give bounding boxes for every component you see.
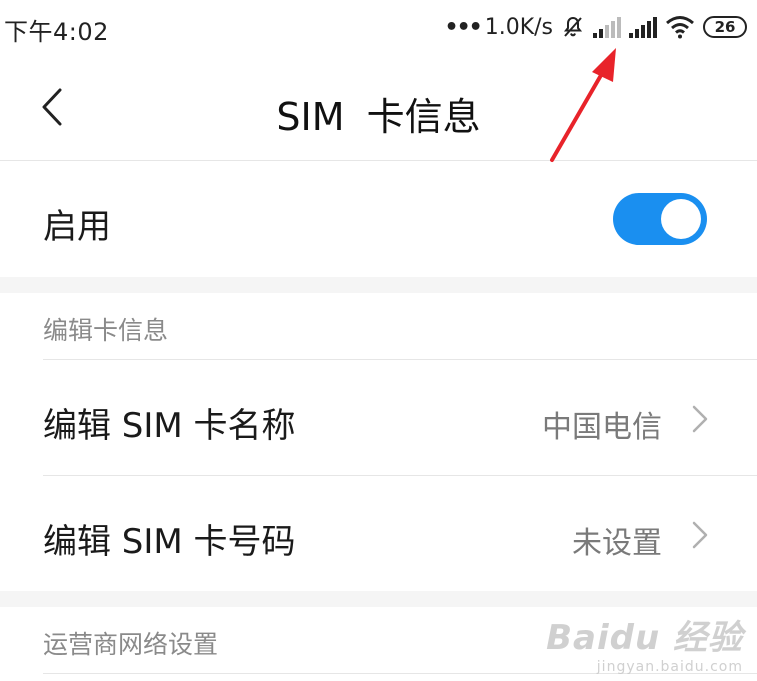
network-speed-value: 1.0K/s xyxy=(484,14,553,40)
network-speed: ••• 1.0K/s xyxy=(445,15,553,40)
enable-row[interactable]: 启用 xyxy=(0,161,757,277)
sim-number-value: 未设置 xyxy=(572,526,662,561)
toggle-knob xyxy=(661,199,701,239)
page-title: SIM 卡信息 xyxy=(276,95,481,139)
wifi-icon xyxy=(665,15,695,39)
section-header-edit: 编辑卡信息 xyxy=(43,316,169,345)
section-carrier-header: 运营商网络设置 xyxy=(0,607,757,673)
section-gap xyxy=(0,591,757,607)
signal-weak-icon xyxy=(593,16,621,38)
status-icons: ••• 1.0K/s 26 xyxy=(445,10,747,44)
status-bar: 下午4:02 ••• 1.0K/s 26 xyxy=(0,0,757,56)
chevron-right-icon xyxy=(692,521,708,549)
edit-sim-name-row[interactable]: 编辑 SIM 卡名称 中国电信 xyxy=(0,360,757,475)
edit-sim-number-row[interactable]: 编辑 SIM 卡号码 未设置 xyxy=(0,476,757,591)
battery-icon: 26 xyxy=(703,16,747,38)
chevron-right-icon xyxy=(692,405,708,433)
title-bar: SIM 卡信息 xyxy=(0,56,757,160)
enable-toggle[interactable] xyxy=(613,193,707,245)
bell-muted-icon xyxy=(561,15,585,39)
row-divider xyxy=(43,673,757,674)
edit-sim-name-label: 编辑 SIM 卡名称 xyxy=(43,406,296,446)
sim-name-value: 中国电信 xyxy=(542,410,662,445)
enable-label: 启用 xyxy=(43,207,111,247)
section-gap xyxy=(0,277,757,293)
status-time: 下午4:02 xyxy=(4,18,109,46)
network-dots: ••• xyxy=(444,14,483,40)
section-edit-header: 编辑卡信息 xyxy=(0,293,757,359)
section-header-carrier: 运营商网络设置 xyxy=(43,630,219,659)
edit-sim-number-label: 编辑 SIM 卡号码 xyxy=(43,522,296,562)
signal-strong-icon xyxy=(629,16,657,38)
